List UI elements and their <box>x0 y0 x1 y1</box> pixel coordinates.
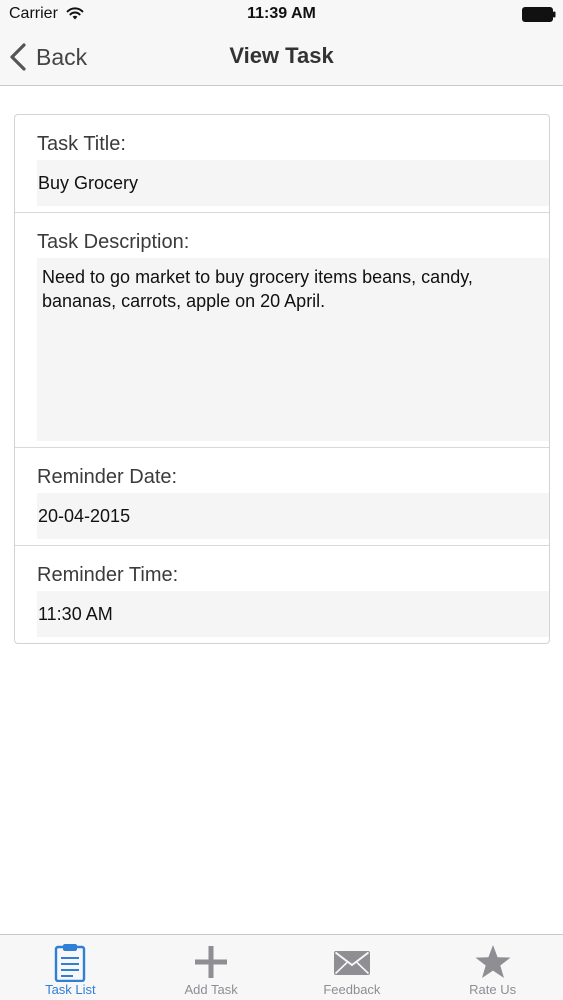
task-description-label: Task Description: <box>37 231 190 253</box>
reminder-time-value: 11:30 AM <box>37 591 549 637</box>
clipboard-icon <box>55 944 86 982</box>
tab-rate-us-label: Rate Us <box>469 982 517 997</box>
reminder-date-value: 20-04-2015 <box>37 493 549 539</box>
status-time: 11:39 AM <box>247 5 316 22</box>
page-title: View Task <box>229 43 334 68</box>
task-title-section: Task Title: Buy Grocery <box>15 115 549 213</box>
reminder-date-label: Reminder Date: <box>37 466 178 488</box>
navigation-bar: Back View Task <box>0 28 563 86</box>
view-task-screen: Carrier 11:39 AM Back View Task Task Tit… <box>0 0 563 1000</box>
tab-task-list-label: Task List <box>45 982 96 997</box>
tab-feedback[interactable]: Feedback <box>282 935 423 1000</box>
tab-task-list[interactable]: Task List <box>0 935 141 1000</box>
status-bar: Carrier 11:39 AM <box>0 0 563 28</box>
task-description-section: Task Description: Need to go market to b… <box>15 213 549 448</box>
star-icon <box>475 945 511 978</box>
tab-feedback-label: Feedback <box>323 982 381 997</box>
plus-icon <box>195 946 228 978</box>
task-description-value: Need to go market to buy grocery items b… <box>37 258 549 441</box>
task-title-value: Buy Grocery <box>37 160 549 206</box>
reminder-time-label: Reminder Time: <box>37 564 179 586</box>
reminder-time-section: Reminder Time: 11:30 AM <box>15 546 549 643</box>
task-title-label: Task Title: <box>37 133 126 155</box>
envelope-icon <box>333 951 370 975</box>
tab-add-task-label: Add Task <box>184 982 238 997</box>
reminder-date-section: Reminder Date: 20-04-2015 <box>15 448 549 546</box>
battery-icon <box>522 7 556 22</box>
tab-rate-us[interactable]: Rate Us <box>422 935 563 1000</box>
tab-add-task[interactable]: Add Task <box>141 935 282 1000</box>
tab-bar: Task List Add Task Feedback Rate Us <box>0 934 563 1000</box>
task-details-card: Task Title: Buy Grocery Task Description… <box>14 114 550 644</box>
